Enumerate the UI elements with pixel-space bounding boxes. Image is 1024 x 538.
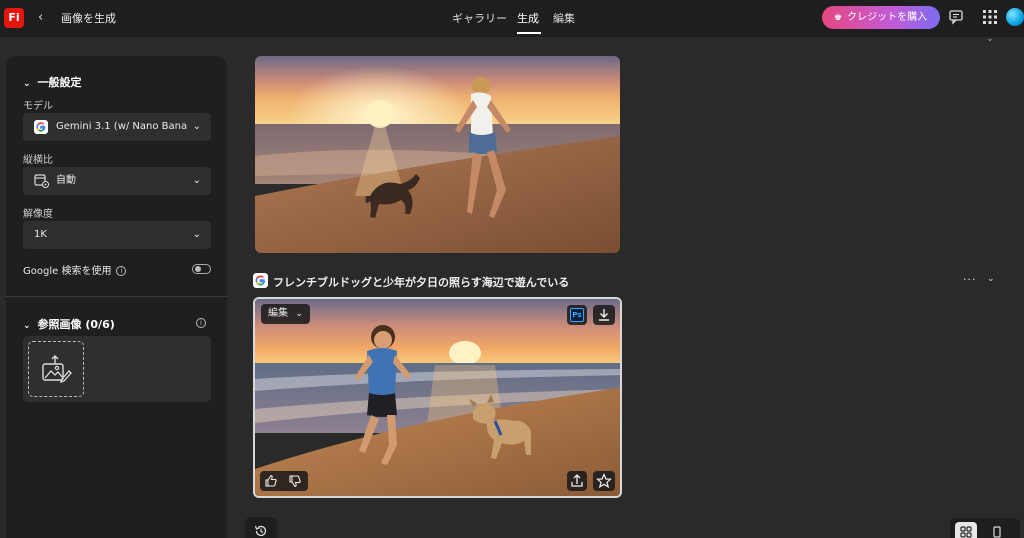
toggle-knob [195,266,201,272]
single-view-icon [993,526,1001,538]
google-search-label: Google 検索を使用 [23,266,112,277]
model-select[interactable]: Gemini 3.1 (w/ Nano Banana 2 ⌄ [23,113,211,141]
page-title: 画像を生成 [61,12,116,25]
reference-images-header[interactable]: ⌄ 参照画像 (0/6) [23,316,115,332]
chat-icon[interactable] [948,9,964,25]
chevron-down-icon: ⌄ [192,121,201,132]
tab-generate[interactable]: 生成 [517,0,541,37]
resolution-select[interactable]: 1K ⌄ [23,221,211,249]
grid-view-icon [960,526,972,538]
model-value: Gemini 3.1 (w/ Nano Banana 2 [56,121,188,132]
google-search-toggle[interactable] [192,264,211,274]
divider [6,296,227,297]
edit-button-label: 編集 [268,308,288,319]
rating-group [260,471,308,491]
general-settings-header[interactable]: ⌄ 一般設定 [23,74,82,90]
history-button[interactable] [245,517,277,538]
resolution-label: 解像度 [23,209,53,220]
share-button[interactable] [567,471,587,491]
chevron-down-icon[interactable]: ⌄ [986,34,994,44]
google-icon [253,273,268,288]
image-upload-icon [42,355,72,384]
model-label: モデル [23,101,53,112]
info-icon[interactable]: i [116,266,127,276]
firefly-logo[interactable]: Fi [4,8,24,28]
buy-credits-button[interactable]: ♚ クレジットを購入 [822,6,940,29]
download-button[interactable] [593,305,615,325]
general-settings-title: 一般設定 [37,76,82,89]
crown-icon: ♚ [834,13,843,23]
aspect-label: 縦横比 [23,155,53,166]
photoshop-icon: Ps [570,308,584,322]
chevron-down-icon: ⌄ [295,309,303,319]
thumbs-up-icon[interactable] [264,474,278,488]
settings-panel: ⌄ 一般設定 モデル Gemini 3.1 (w/ Nano Banana 2 ⌄… [6,56,227,538]
view-mode-toggle [950,518,1020,538]
grid-view-button[interactable] [955,522,977,538]
aspect-value: 自動 [56,175,76,186]
google-icon [34,120,48,134]
google-search-row: Google 検索を使用 i [23,262,213,278]
favorite-button[interactable] [593,471,615,491]
back-chevron-icon[interactable]: ‹ [38,9,52,27]
star-icon [595,473,613,489]
generated-image-girl-dog[interactable] [255,56,620,253]
prompt-text: フレンチブルドッグと少年が夕日の照らす海辺で遊んでいる [273,276,570,289]
upload-image-button[interactable] [28,341,84,397]
reference-images-box [23,336,211,402]
buy-credits-label: クレジットを購入 [847,12,928,23]
avatar[interactable] [1006,8,1024,26]
share-icon [571,474,583,487]
download-icon [599,309,609,321]
open-in-photoshop-button[interactable]: Ps [567,305,587,325]
chevron-down-icon[interactable]: ⌄ [987,274,995,284]
top-bar: Fi ‹ 画像を生成 ギャラリー 生成 編集 ♚ クレジットを購入 [0,0,1024,37]
aspect-ratio-icon [34,174,49,188]
info-icon[interactable]: i [196,318,206,328]
chevron-down-icon: ⌄ [192,175,201,186]
apps-grid-icon[interactable] [983,10,997,24]
edit-button[interactable]: 編集 ⌄ [261,304,310,324]
resolution-value: 1K [34,229,47,240]
chevron-down-icon: ⌄ [192,229,201,240]
chevron-down-icon: ⌄ [23,79,31,89]
reference-images-title: 参照画像 (0/6) [37,318,115,331]
history-icon [254,525,267,537]
generated-image-boy-bulldog[interactable]: 編集 ⌄ Ps [253,297,622,498]
thumbs-down-icon[interactable] [288,474,302,488]
more-options-icon[interactable]: ··· [963,273,977,286]
chevron-down-icon: ⌄ [23,321,31,331]
aspect-select[interactable]: 自動 ⌄ [23,167,211,195]
tab-gallery[interactable]: ギャラリー [452,0,512,37]
single-view-button[interactable] [986,522,1008,538]
tab-edit[interactable]: 編集 [553,0,577,37]
